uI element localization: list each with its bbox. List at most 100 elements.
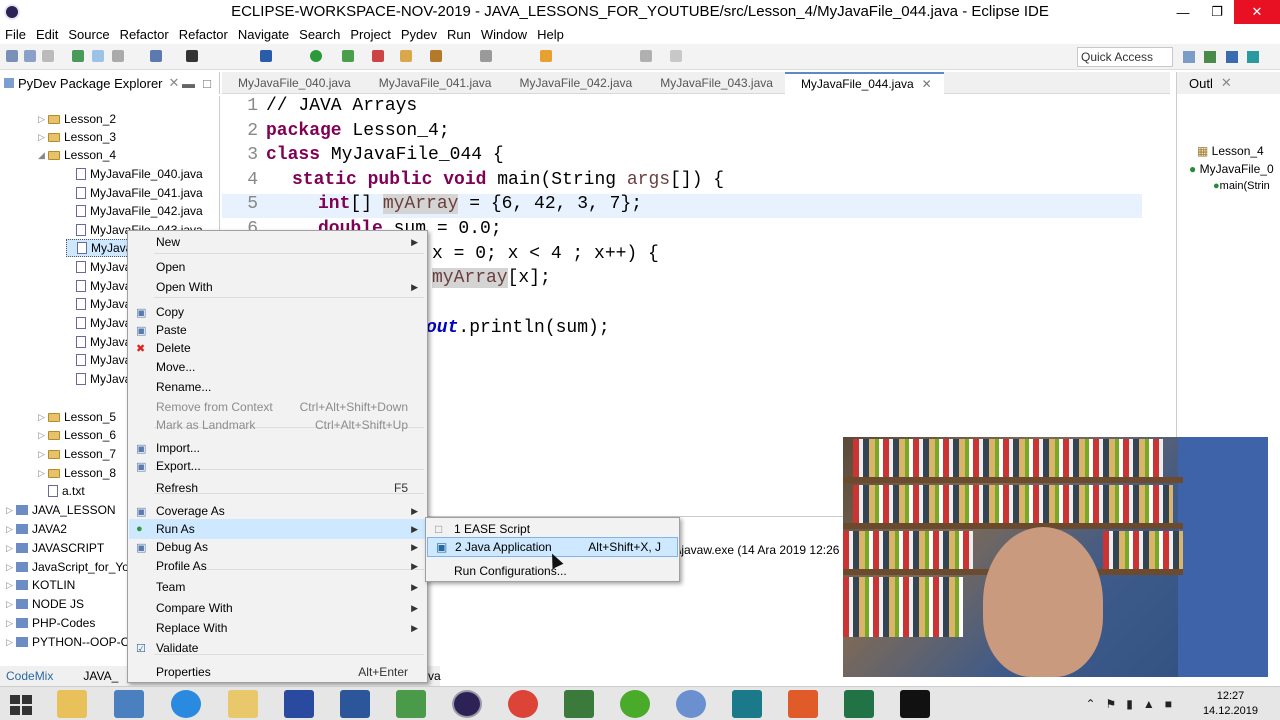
maximize-button[interactable]: ❐ bbox=[1200, 0, 1234, 24]
outline-tab[interactable]: Outl ✕ bbox=[1176, 72, 1280, 94]
refresh-icon[interactable] bbox=[72, 50, 84, 62]
tree-folder-item[interactable]: ▷ Lesson_5 bbox=[38, 408, 116, 426]
close-icon[interactable]: ✕ bbox=[169, 75, 180, 91]
new-package-icon[interactable] bbox=[400, 50, 412, 62]
perspective-switcher[interactable] bbox=[1180, 48, 1276, 66]
collapsed-arrow-icon[interactable]: ▷ bbox=[38, 449, 48, 460]
context-menu-replace-with[interactable]: Replace With ▶ bbox=[129, 618, 426, 638]
collapsed-arrow-icon[interactable]: ▷ bbox=[6, 599, 16, 610]
maximize-view-icon[interactable]: □ bbox=[203, 76, 211, 91]
windows-start-icon[interactable] bbox=[10, 695, 32, 715]
tree-project-item[interactable]: ▷ JAVA_LESSON bbox=[6, 501, 116, 519]
menu-help[interactable]: Help bbox=[532, 27, 569, 42]
tree-file-item[interactable]: a.txt bbox=[38, 482, 85, 500]
bug-icon[interactable] bbox=[186, 50, 198, 62]
collapsed-arrow-icon[interactable]: ▷ bbox=[6, 618, 16, 629]
tree-file-item[interactable]: MyJavaFile_040.java bbox=[66, 165, 203, 183]
word-icon[interactable] bbox=[340, 690, 370, 718]
context-menu-rename[interactable]: Rename... bbox=[129, 377, 426, 397]
menu-refactor-2[interactable]: Refactor bbox=[174, 27, 233, 42]
file-explorer-icon[interactable] bbox=[57, 690, 87, 718]
tree-folder-item[interactable]: ▷ Lesson_6 bbox=[38, 426, 116, 444]
collapsed-arrow-icon[interactable]: ▷ bbox=[38, 132, 48, 143]
toggle-icon[interactable] bbox=[92, 50, 104, 62]
context-menu-new[interactable]: New ▶ bbox=[129, 232, 426, 252]
context-menu-import[interactable]: ▣ Import... bbox=[129, 438, 426, 458]
run-as-ease-script[interactable]: □ 1 EASE Script bbox=[427, 519, 678, 539]
context-menu-copy[interactable]: ▣ Copy bbox=[129, 302, 426, 322]
debug-perspective-icon[interactable] bbox=[1225, 51, 1238, 63]
context-menu-open[interactable]: Open bbox=[129, 257, 426, 277]
codemix-status[interactable]: CodeMix bbox=[6, 669, 53, 683]
quick-access-field[interactable]: Quick Access bbox=[1077, 47, 1173, 67]
context-menu-paste[interactable]: ▣ Paste bbox=[129, 320, 426, 340]
new-icon[interactable] bbox=[6, 50, 18, 62]
coverage-icon[interactable] bbox=[342, 50, 354, 62]
notes-icon[interactable] bbox=[228, 690, 258, 718]
tree-file-item[interactable]: MyJavaFile_042.java bbox=[66, 202, 203, 220]
close-icon[interactable]: ✕ bbox=[922, 77, 932, 91]
tree-project-item[interactable]: ▷ PHP-Codes bbox=[6, 614, 95, 632]
tab-myjavafile-040[interactable]: MyJavaFile_040.java bbox=[222, 72, 363, 94]
remote-desktop-icon[interactable] bbox=[732, 690, 762, 718]
grammarly-icon[interactable] bbox=[620, 690, 650, 718]
expanded-arrow-icon[interactable]: ◢ bbox=[38, 150, 48, 161]
minimize-button[interactable]: — bbox=[1166, 0, 1200, 24]
context-menu-open-with[interactable]: Open With ▶ bbox=[129, 277, 426, 297]
context-menu-compare-with[interactable]: Compare With ▶ bbox=[129, 598, 426, 618]
collapsed-arrow-icon[interactable]: ▷ bbox=[38, 114, 48, 125]
tab-myjavafile-042[interactable]: MyJavaFile_042.java bbox=[503, 72, 644, 94]
media-icon[interactable] bbox=[788, 690, 818, 718]
outline-package[interactable]: ▦ Lesson_4 bbox=[1197, 144, 1264, 158]
context-menu-team[interactable]: Team ▶ bbox=[129, 577, 426, 597]
tab-myjavafile-041[interactable]: MyJavaFile_041.java bbox=[363, 72, 504, 94]
tree-folder-item[interactable]: ▷ Lesson_3 bbox=[38, 128, 116, 146]
terminal-icon[interactable] bbox=[260, 50, 272, 62]
close-button[interactable]: ✕ bbox=[1234, 0, 1280, 24]
eclipse-taskbar-icon[interactable] bbox=[452, 690, 482, 718]
collapsed-arrow-icon[interactable]: ▷ bbox=[38, 430, 48, 441]
context-menu-validate[interactable]: ☑ Validate bbox=[129, 638, 426, 658]
task-icon[interactable] bbox=[540, 50, 552, 62]
menu-window[interactable]: Window bbox=[476, 27, 532, 42]
package-explorer-tab[interactable]: PyDev Package Explorer ✕ ▬ □ bbox=[0, 72, 220, 94]
context-menu-delete[interactable]: ✖ Delete bbox=[129, 338, 426, 358]
perspective-icon[interactable] bbox=[1183, 51, 1195, 63]
save-icon[interactable] bbox=[24, 50, 36, 62]
tree-folder-item[interactable]: ▷ Lesson_8 bbox=[38, 464, 116, 482]
tree-file-item[interactable]: MyJavaFile_041.java bbox=[66, 184, 203, 202]
context-menu-export[interactable]: ▣ Export... bbox=[129, 456, 426, 476]
search-icon[interactable] bbox=[480, 50, 492, 62]
back-icon[interactable] bbox=[640, 50, 652, 62]
tree-folder-item[interactable]: ▷ Lesson_2 bbox=[38, 110, 116, 128]
menu-file[interactable]: File bbox=[0, 27, 31, 42]
excel-icon[interactable] bbox=[844, 690, 874, 718]
collapsed-arrow-icon[interactable]: ▷ bbox=[6, 580, 16, 591]
close-icon[interactable]: ✕ bbox=[1221, 75, 1232, 91]
forward-icon[interactable] bbox=[670, 50, 682, 62]
tree-project-item[interactable]: ▷ JAVA2 bbox=[6, 520, 67, 538]
computer-icon[interactable] bbox=[114, 690, 144, 718]
menu-pydev[interactable]: Pydev bbox=[396, 27, 442, 42]
collapsed-arrow-icon[interactable]: ▷ bbox=[6, 562, 16, 573]
context-menu-profile-as[interactable]: Profile As ▶ bbox=[129, 556, 426, 576]
tree-project-item[interactable]: ▷ KOTLIN bbox=[6, 576, 75, 594]
clock[interactable]: 12:27 14.12.2019 bbox=[1203, 689, 1258, 719]
collapsed-arrow-icon[interactable]: ▷ bbox=[38, 412, 48, 423]
intellij-icon[interactable] bbox=[900, 690, 930, 718]
collapsed-arrow-icon[interactable]: ▷ bbox=[6, 505, 16, 516]
pydev-perspective-icon[interactable] bbox=[1247, 51, 1260, 63]
tree-project-item[interactable]: ▷ NODE JS bbox=[6, 595, 84, 613]
menu-refactor[interactable]: Refactor bbox=[115, 27, 174, 42]
tree-project-item[interactable]: ▷ JavaScript_for_Yo bbox=[6, 558, 129, 576]
chrome-icon[interactable] bbox=[508, 690, 538, 718]
store-icon[interactable] bbox=[564, 690, 594, 718]
context-menu-run-as[interactable]: ● Run As ▶ bbox=[129, 519, 426, 539]
context-menu-properties[interactable]: Properties Alt+Enter bbox=[129, 662, 426, 682]
menu-source[interactable]: Source bbox=[63, 27, 114, 42]
tree-folder-item[interactable]: ▷ Lesson_7 bbox=[38, 445, 116, 463]
collapsed-arrow-icon[interactable]: ▷ bbox=[38, 468, 48, 479]
menu-search[interactable]: Search bbox=[294, 27, 345, 42]
tree-folder-item[interactable]: ◢ Lesson_4 bbox=[38, 146, 116, 164]
system-tray[interactable]: ⌃⚑▮▲■ bbox=[1085, 697, 1182, 711]
